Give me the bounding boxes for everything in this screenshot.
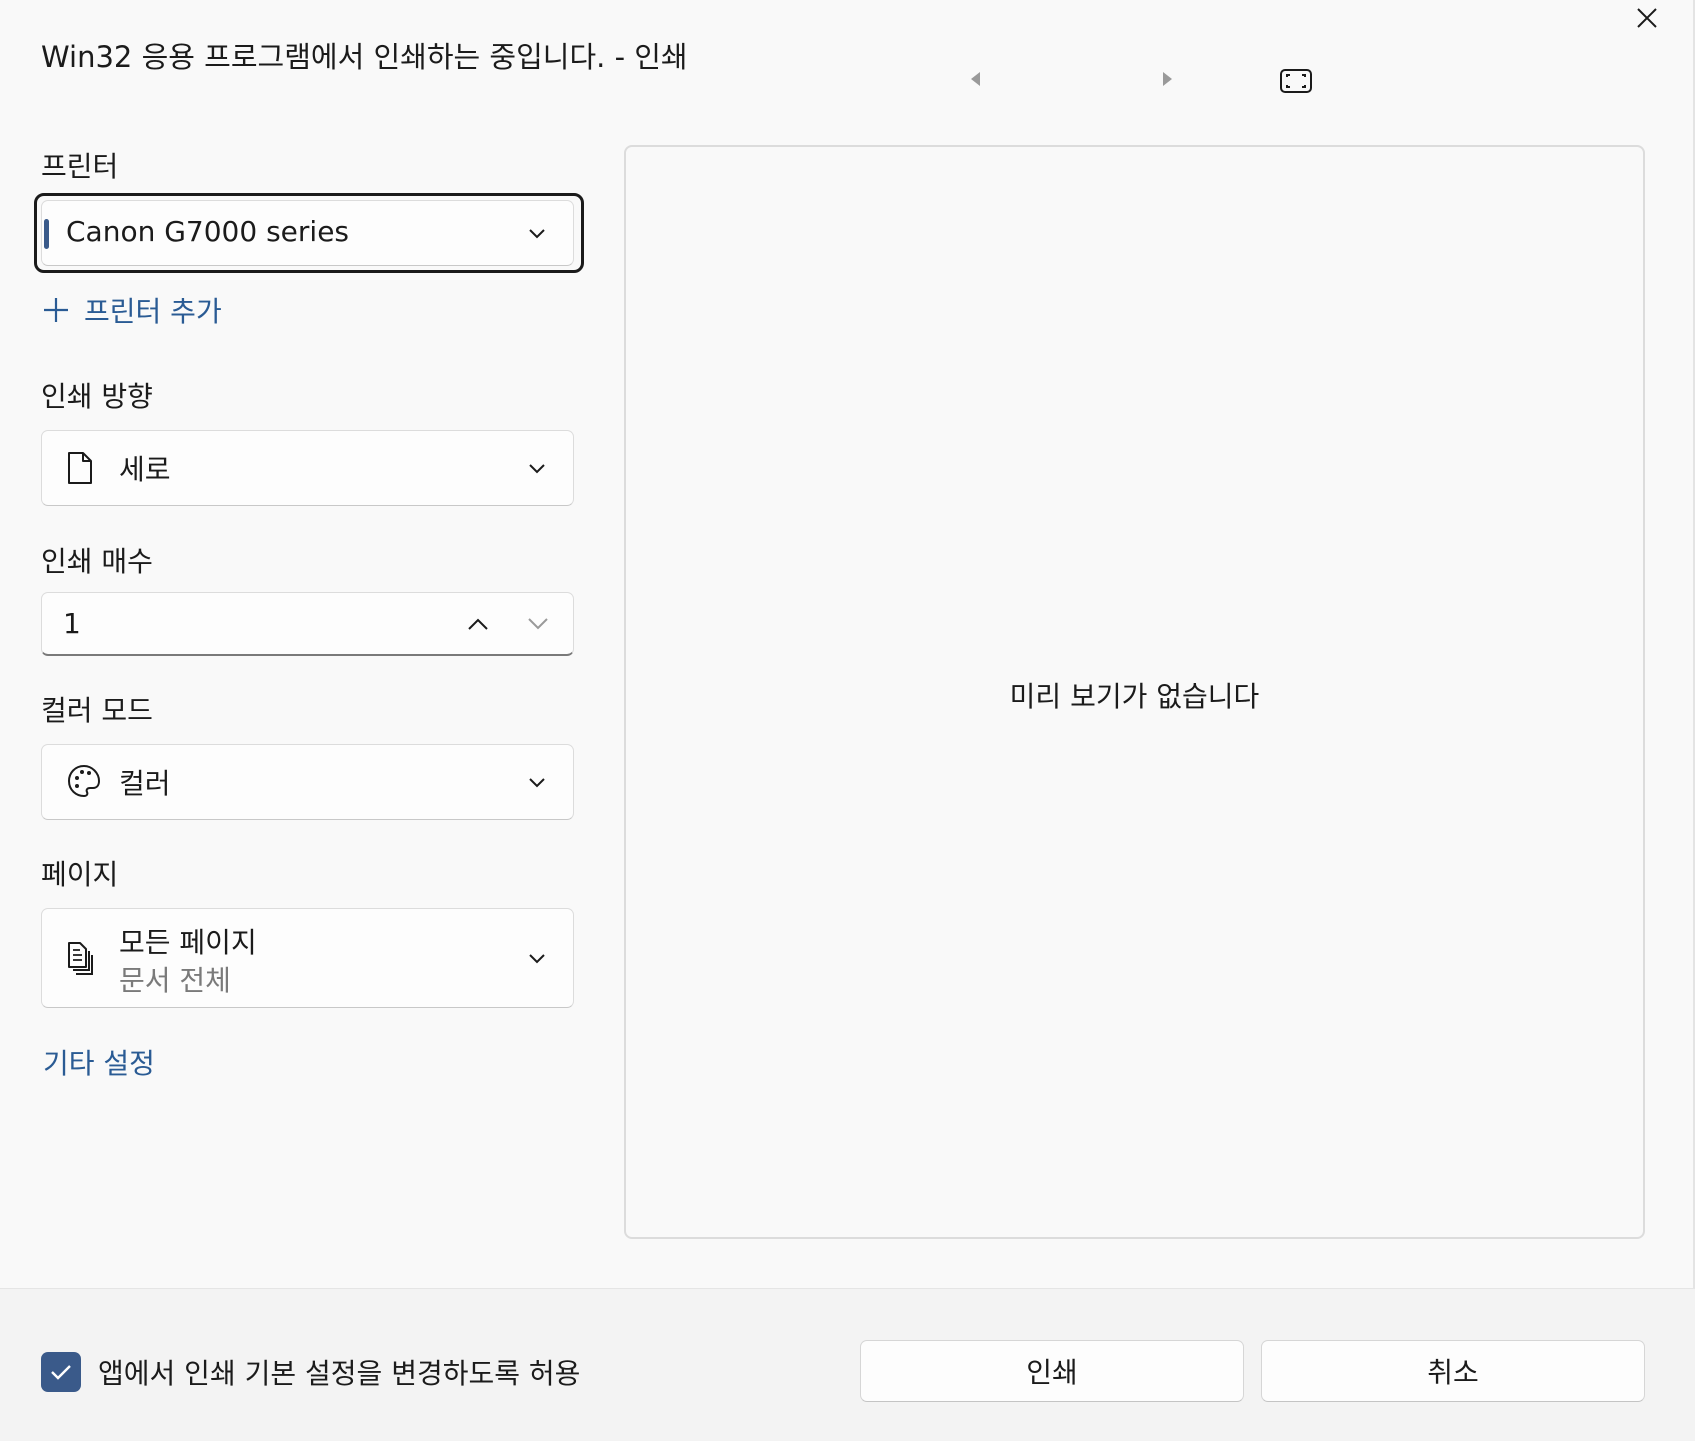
chevron-down-icon bbox=[529, 778, 545, 788]
chevron-down-icon bbox=[529, 954, 545, 964]
triangle-left-icon bbox=[971, 72, 980, 86]
previous-page-button[interactable] bbox=[962, 66, 988, 92]
color-mode-selected-value: 컬러 bbox=[119, 767, 171, 800]
orientation-selected-value: 세로 bbox=[119, 453, 171, 486]
printer-label: 프린터 bbox=[41, 150, 119, 183]
chevron-down-icon bbox=[529, 229, 545, 239]
selection-accent bbox=[44, 219, 49, 249]
decrement-button[interactable] bbox=[508, 599, 568, 649]
increment-button[interactable] bbox=[448, 599, 508, 649]
copies-label: 인쇄 매수 bbox=[41, 545, 153, 578]
printer-select[interactable]: Canon G7000 series bbox=[41, 200, 574, 266]
plus-icon bbox=[44, 298, 68, 322]
chevron-down-icon bbox=[529, 464, 545, 474]
fit-screen-icon bbox=[1280, 69, 1312, 93]
add-printer-link[interactable]: 프린터 추가 bbox=[42, 290, 222, 330]
pages-select[interactable]: 모든 페이지 문서 전체 bbox=[41, 908, 574, 1008]
palette-icon bbox=[67, 764, 101, 798]
next-page-button[interactable] bbox=[1155, 66, 1181, 92]
allow-app-checkbox[interactable] bbox=[41, 1352, 81, 1392]
close-icon bbox=[1637, 8, 1657, 28]
orientation-label: 인쇄 방향 bbox=[41, 380, 153, 413]
more-settings-link[interactable]: 기타 설정 bbox=[43, 1042, 155, 1082]
orientation-select[interactable]: 세로 bbox=[41, 430, 574, 506]
print-dialog: Win32 응용 프로그램에서 인쇄하는 중입니다. - 인쇄 프린터 Cano… bbox=[0, 0, 1695, 1441]
checkmark-icon bbox=[51, 1365, 71, 1380]
document-icon bbox=[68, 452, 92, 484]
color-mode-select[interactable]: 컬러 bbox=[41, 744, 574, 820]
cancel-button[interactable]: 취소 bbox=[1261, 1340, 1645, 1402]
pages-selected-value: 모든 페이지 bbox=[119, 926, 257, 959]
pages-description: 문서 전체 bbox=[119, 964, 231, 997]
allow-app-label[interactable]: 앱에서 인쇄 기본 설정을 변경하도록 허용 bbox=[98, 1352, 580, 1392]
add-printer-label: 프린터 추가 bbox=[84, 295, 222, 328]
print-preview-pane: 미리 보기가 없습니다 bbox=[624, 145, 1645, 1239]
chevron-down-icon bbox=[528, 618, 548, 630]
chevron-up-icon bbox=[468, 618, 488, 630]
copies-value[interactable]: 1 bbox=[63, 607, 81, 640]
triangle-right-icon bbox=[1163, 72, 1172, 86]
copies-stepper[interactable]: 1 bbox=[41, 592, 574, 656]
printer-selected-value: Canon G7000 series bbox=[66, 215, 350, 248]
multiple-pages-icon bbox=[68, 942, 93, 975]
close-button[interactable] bbox=[1630, 1, 1664, 35]
print-button[interactable]: 인쇄 bbox=[860, 1340, 1244, 1402]
dialog-title: Win32 응용 프로그램에서 인쇄하는 중입니다. - 인쇄 bbox=[41, 40, 688, 74]
fit-to-window-button[interactable] bbox=[1278, 66, 1314, 96]
pages-label: 페이지 bbox=[41, 858, 119, 891]
color-mode-label: 컬러 모드 bbox=[41, 694, 153, 727]
no-preview-message: 미리 보기가 없습니다 bbox=[1009, 680, 1260, 713]
